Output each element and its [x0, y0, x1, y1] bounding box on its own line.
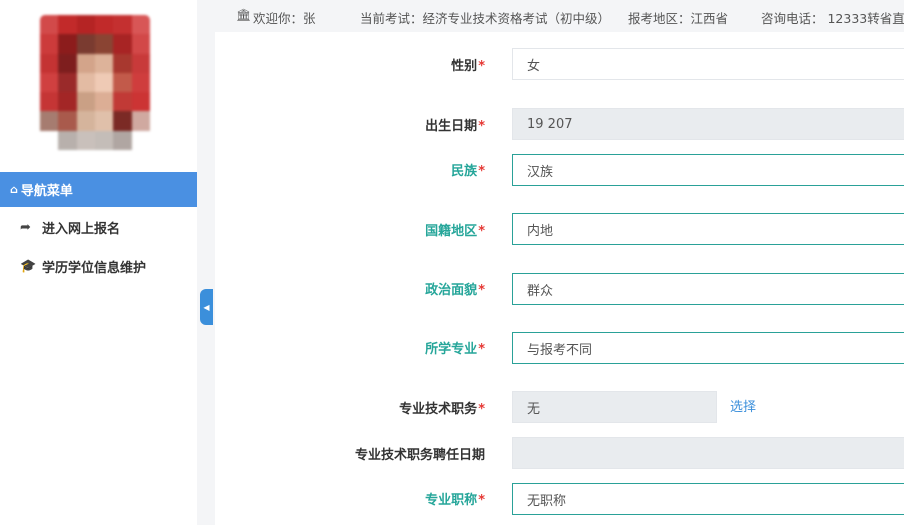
professional-title-value: 无职称: [527, 493, 567, 509]
gender-value: 女: [527, 58, 541, 74]
avatar-pixel: [95, 92, 114, 112]
ethnicity-select[interactable]: 汉族: [512, 154, 904, 186]
political-status-label: 政治面貌*: [425, 283, 485, 298]
avatar-pixel: [76, 111, 95, 131]
avatar-pixel: [58, 53, 77, 73]
avatar-pixel: [76, 34, 95, 54]
political-status-select[interactable]: 群众: [512, 273, 904, 305]
nationality-label: 国籍地区*: [425, 224, 485, 239]
avatar-pixel: [40, 130, 59, 150]
professional-title-label: 专业职称*: [425, 493, 485, 508]
sidebar: ⌂ 导航菜单 ➦ 进入网上报名 🎓 学历学位信息维护: [0, 0, 197, 525]
avatar-pixel: [131, 72, 150, 93]
tech-title-date-field: [512, 437, 904, 469]
avatar-pixel: [40, 34, 59, 54]
tech-title-date-label: 专业技术职务聘任日期: [354, 448, 485, 463]
avatar-pixel: [76, 53, 95, 73]
top-info-bar: 🏛 欢迎你：张 当前考试：经济专业技术资格考试（初中级） 报考地区：江西省 咨询…: [215, 0, 904, 32]
avatar-pixel: [95, 15, 114, 35]
welcome-text: 欢迎你：张: [253, 11, 316, 26]
birth-date-value: 19 207: [527, 116, 573, 132]
avatar-pixel: [113, 130, 132, 150]
avatar-pixel: [58, 111, 77, 131]
sidebar-item-online-registration[interactable]: ➦ 进入网上报名: [0, 208, 197, 246]
chevron-left-icon: ◀: [203, 302, 210, 312]
sidebar-gutter: [197, 0, 215, 525]
avatar-pixel: [113, 15, 132, 35]
avatar-pixel: [40, 15, 59, 35]
avatar-pixel: [113, 92, 132, 112]
nationality-value: 内地: [527, 223, 554, 239]
avatar-pixel: [58, 34, 77, 54]
ethnicity-label: 民族*: [451, 164, 485, 179]
sidebar-item-education-info[interactable]: 🎓 学历学位信息维护: [0, 247, 197, 285]
avatar-pixel: [95, 34, 114, 54]
ethnicity-value: 汉族: [527, 164, 554, 180]
avatar-pixel: [58, 130, 77, 150]
bank-icon: 🏛: [236, 8, 252, 22]
major-value: 与报考不同: [527, 342, 593, 358]
avatar-pixel: [131, 53, 150, 73]
political-status-value: 群众: [527, 283, 554, 299]
avatar-pixel: [40, 111, 59, 131]
avatar-pixel: [58, 72, 77, 93]
avatar-pixel: [76, 130, 95, 150]
home-icon: ⌂: [10, 183, 18, 196]
tech-title-field: 无: [512, 391, 717, 423]
birth-date-label: 出生日期*: [425, 119, 485, 134]
avatar-pixel: [58, 92, 77, 112]
avatar-pixel: [113, 53, 132, 73]
avatar-pixel: [76, 72, 95, 93]
avatar-pixel: [58, 15, 77, 35]
avatar: [40, 15, 150, 150]
avatar-pixel: [40, 92, 59, 112]
avatar-pixel: [113, 34, 132, 54]
gender-label: 性别*: [451, 59, 485, 74]
sidebar-item-label: 进入网上报名: [42, 221, 121, 237]
avatar-pixel: [113, 111, 132, 131]
avatar-pixel: [131, 92, 150, 112]
tech-title-value: 无: [527, 401, 541, 417]
avatar-pixel: [76, 15, 95, 35]
graduation-cap-icon: 🎓: [20, 258, 37, 274]
major-select[interactable]: 与报考不同: [512, 332, 904, 364]
share-arrow-icon: ➦: [20, 219, 31, 235]
avatar-pixel: [95, 111, 114, 131]
nav-header: ⌂ 导航菜单: [0, 172, 197, 207]
tech-title-label: 专业技术职务*: [399, 402, 485, 417]
nationality-select[interactable]: 内地: [512, 213, 904, 245]
birth-date-field: 19 207: [512, 108, 904, 140]
exam-region-text: 报考地区：江西省: [628, 11, 729, 26]
avatar-pixel: [113, 72, 132, 93]
avatar-pixel: [95, 72, 114, 93]
sidebar-collapse-toggle[interactable]: ◀: [200, 289, 213, 325]
avatar-pixel: [76, 92, 95, 112]
avatar-pixel: [40, 53, 59, 73]
hotline-text: 咨询电话： 12333转省直: [761, 11, 904, 26]
nav-header-label: 导航菜单: [20, 184, 73, 199]
avatar-pixel: [131, 111, 150, 131]
sidebar-item-label: 学历学位信息维护: [42, 260, 147, 276]
avatar-pixel: [131, 34, 150, 54]
major-label: 所学专业*: [425, 342, 485, 357]
current-exam-text: 当前考试：经济专业技术资格考试（初中级）: [360, 11, 611, 26]
tech-title-select-link[interactable]: 选择: [730, 396, 756, 415]
avatar-pixel: [131, 130, 150, 150]
avatar-pixel: [131, 15, 150, 35]
gender-field[interactable]: 女: [512, 48, 904, 80]
avatar-pixel: [40, 72, 59, 93]
avatar-pixel: [95, 53, 114, 73]
professional-title-select[interactable]: 无职称: [512, 483, 904, 515]
avatar-pixel: [95, 130, 114, 150]
